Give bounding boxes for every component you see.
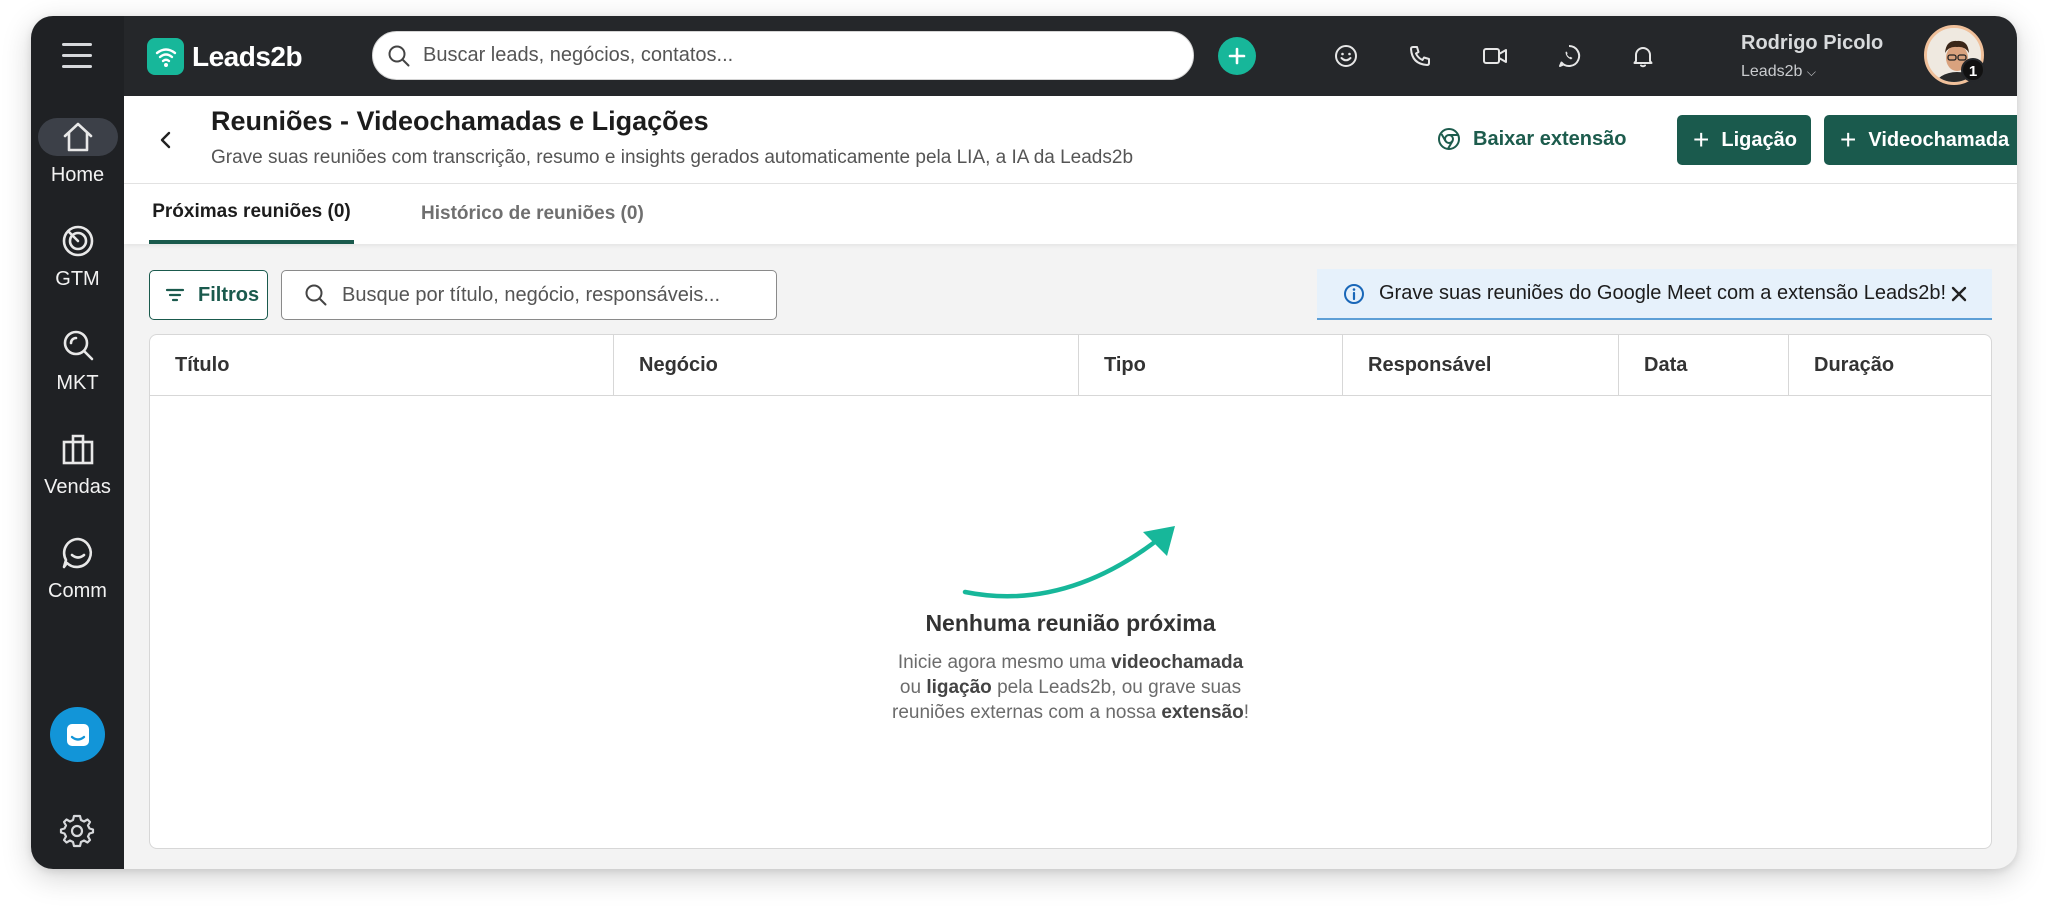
sidebar-item-label: Vendas — [44, 476, 111, 498]
column-header-title[interactable]: Título — [150, 335, 614, 395]
chat-bubble-icon — [38, 534, 118, 572]
page-title: Reuniões - Videochamadas e Ligações — [211, 106, 709, 136]
empty-state-title: Nenhuma reunião próxima — [925, 610, 1216, 636]
new-video-call-label: Videochamada — [1868, 128, 2010, 151]
tab-label: Histórico de reuniões (0) — [421, 203, 644, 224]
quick-add-button[interactable] — [1218, 37, 1256, 75]
meetings-table: Título Negócio Tipo Responsável Data Dur… — [149, 334, 1992, 849]
sidebar-item-label: MKT — [56, 372, 99, 394]
logo-icon — [147, 38, 184, 75]
table-header: Título Negócio Tipo Responsável Data Dur… — [150, 335, 1991, 396]
brand-name: Leads2b — [192, 40, 303, 72]
organization-switcher[interactable]: Leads2b ⌵ — [1741, 63, 1816, 81]
sidebar-item-label: Home — [50, 164, 105, 186]
sidebar-item-mkt[interactable]: MKT — [31, 326, 124, 395]
column-header-duration[interactable]: Duração — [1789, 335, 1991, 395]
sidebar-item-label: Comm — [48, 580, 107, 602]
sidebar-item-label: GTM — [55, 268, 100, 290]
tab-label: Próximas reuniões (0) — [152, 201, 351, 222]
user-name: Rodrigo Picolo — [1741, 32, 1884, 54]
meetings-search[interactable] — [281, 270, 777, 320]
search-icon — [305, 284, 327, 306]
filters-button[interactable]: Filtros — [149, 270, 268, 320]
close-icon[interactable] — [1948, 283, 1970, 305]
back-arrow-icon[interactable] — [154, 128, 178, 152]
banner-text: Grave suas reuniões do Google Meet com a… — [1379, 282, 1947, 304]
plus-icon: + — [1840, 124, 1857, 155]
download-extension-label: Baixar extensão — [1473, 127, 1627, 150]
briefcase-icon — [38, 430, 118, 468]
download-extension-link[interactable]: Baixar extensão — [1437, 127, 1626, 151]
chrome-icon — [1438, 128, 1460, 150]
menu-icon[interactable] — [62, 43, 92, 73]
chevron-down-icon: ⌵ — [1806, 65, 1816, 79]
column-header-deal[interactable]: Negócio — [614, 335, 1079, 395]
column-header-type[interactable]: Tipo — [1079, 335, 1343, 395]
column-header-date[interactable]: Data — [1619, 335, 1789, 395]
support-chat-button[interactable] — [50, 707, 105, 762]
phone-icon[interactable] — [1405, 41, 1435, 71]
chat-icon — [66, 723, 89, 746]
home-icon — [37, 118, 118, 156]
tab-upcoming-meetings[interactable]: Próximas reuniões (0) — [149, 184, 354, 244]
meetings-search-input[interactable] — [342, 283, 776, 307]
extension-info-banner: Grave suas reuniões do Google Meet com a… — [1317, 269, 1992, 320]
brand-logo[interactable]: Leads2b — [147, 38, 303, 75]
info-icon — [1344, 283, 1364, 304]
target-icon — [38, 222, 118, 260]
global-search-input[interactable] — [423, 35, 1193, 76]
plus-icon — [1228, 47, 1246, 65]
empty-state-description: Inicie agora mesmo uma videochamada ou l… — [892, 652, 1249, 723]
new-call-label: Ligação — [1721, 128, 1797, 151]
whatsapp-icon[interactable] — [1554, 41, 1584, 71]
column-header-owner[interactable]: Responsável — [1343, 335, 1619, 395]
tabs-bar: Próximas reuniões (0) Histórico de reuni… — [124, 184, 2017, 244]
page-header: Reuniões - Videochamadas e Ligações Grav… — [124, 96, 2017, 184]
tab-meeting-history[interactable]: Histórico de reuniões (0) — [421, 184, 644, 244]
curved-arrow-icon — [962, 526, 1175, 599]
gear-icon[interactable] — [59, 812, 95, 848]
plus-icon: + — [1693, 124, 1710, 155]
sidebar: Home GTM MKT Vendas Comm — [31, 16, 124, 869]
sidebar-item-comm[interactable]: Comm — [31, 534, 124, 603]
emoji-icon[interactable] — [1331, 41, 1361, 71]
search-icon — [388, 45, 410, 66]
top-bar: Leads2b Rodrigo Picolo Leads2b ⌵ 1 — [124, 16, 2017, 96]
bell-icon[interactable] — [1628, 41, 1658, 71]
new-call-button[interactable]: + Ligação — [1677, 115, 1811, 165]
notification-badge: 1 — [1961, 58, 1985, 82]
sidebar-item-home[interactable]: Home — [31, 118, 124, 187]
app-window: Home GTM MKT Vendas Comm Leads2b Buscar … — [31, 16, 2017, 869]
empty-state: Nenhuma reunião próxima Inicie agora mes… — [150, 396, 1991, 848]
video-camera-icon[interactable] — [1480, 41, 1510, 71]
sidebar-item-gtm[interactable]: GTM — [31, 222, 124, 291]
search-analytics-icon — [38, 326, 118, 364]
organization-name: Leads2b — [1741, 63, 1803, 80]
filter-icon — [165, 288, 185, 302]
sidebar-item-vendas[interactable]: Vendas — [31, 430, 124, 499]
new-video-call-button[interactable]: + Videochamada — [1824, 115, 2017, 165]
global-search[interactable] — [372, 31, 1194, 80]
page-subtitle: Grave suas reuniões com transcrição, res… — [211, 147, 1134, 168]
filters-label: Filtros — [198, 283, 260, 306]
